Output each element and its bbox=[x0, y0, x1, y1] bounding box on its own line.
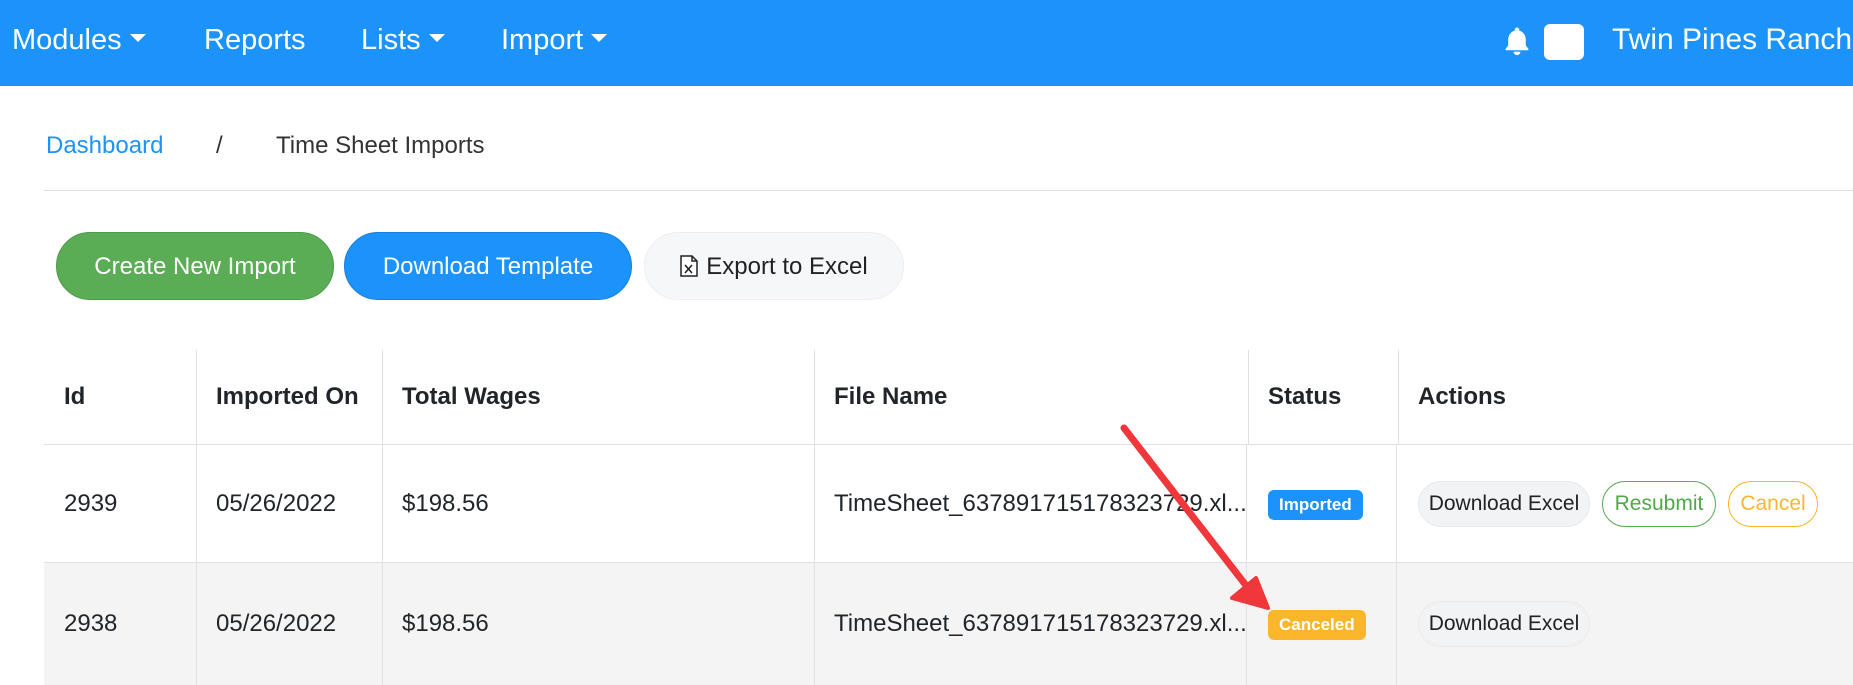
cell-imported-on: 05/26/2022 bbox=[216, 490, 337, 517]
column-header-id[interactable]: Id bbox=[44, 350, 196, 444]
nav-reports[interactable]: Reports bbox=[204, 0, 306, 86]
nav-reports-label: Reports bbox=[204, 24, 306, 56]
column-header-status[interactable]: Status bbox=[1248, 350, 1398, 444]
create-new-import-button[interactable]: Create New Import bbox=[56, 232, 334, 300]
status-badge-canceled: Canceled bbox=[1268, 609, 1366, 640]
cell-id: 2939 bbox=[64, 490, 118, 517]
bell-icon[interactable] bbox=[1500, 24, 1534, 58]
nav-modules-label: Modules bbox=[12, 24, 122, 56]
cell-actions: Download Excel Resubmit Cancel bbox=[1398, 445, 1853, 563]
caret-down-icon bbox=[591, 34, 608, 43]
nav-import[interactable]: Import bbox=[501, 0, 608, 86]
cell-id: 2938 bbox=[64, 610, 118, 637]
nav-lists[interactable]: Lists bbox=[361, 0, 445, 86]
nav-modules[interactable]: Modules bbox=[12, 0, 146, 86]
cell-file-name: TimeSheet_637891715178323729.xl... bbox=[834, 490, 1247, 517]
breadcrumb-separator: / bbox=[216, 132, 223, 159]
cell-total-wages: $198.56 bbox=[402, 610, 489, 637]
table-row: 2939 05/26/2022 $198.56 TimeSheet_637891… bbox=[44, 444, 1853, 563]
nav-import-label: Import bbox=[501, 24, 584, 56]
cell-file-name: TimeSheet_637891715178323729.xl... bbox=[834, 610, 1247, 637]
breadcrumb-current: Time Sheet Imports bbox=[276, 132, 485, 159]
column-header-imported-on[interactable]: Imported On bbox=[196, 350, 382, 444]
cell-total-wages: $198.56 bbox=[402, 490, 489, 517]
column-header-file-name[interactable]: File Name bbox=[814, 350, 1248, 444]
column-header-actions: Actions bbox=[1418, 383, 1507, 410]
caret-down-icon bbox=[129, 34, 146, 43]
cell-status: Canceled bbox=[1248, 563, 1398, 685]
download-excel-button[interactable]: Download Excel bbox=[1418, 601, 1590, 647]
cell-imported-on: 05/26/2022 bbox=[216, 610, 337, 637]
status-badge-imported: Imported bbox=[1268, 489, 1363, 520]
export-to-excel-label: Export to Excel bbox=[706, 253, 868, 280]
cell-status: Imported bbox=[1248, 445, 1398, 563]
caret-down-icon bbox=[428, 34, 445, 43]
nav-lists-label: Lists bbox=[361, 24, 421, 56]
column-divider bbox=[1396, 563, 1397, 685]
notification-count-badge[interactable]: 2 bbox=[1544, 24, 1584, 60]
export-to-excel-button[interactable]: Export to Excel bbox=[644, 232, 904, 300]
download-excel-button[interactable]: Download Excel bbox=[1418, 481, 1590, 527]
cell-actions: Download Excel bbox=[1398, 563, 1853, 685]
table-header-row: Id Imported On Total Wages File Name Sta… bbox=[44, 350, 1853, 444]
download-template-button[interactable]: Download Template bbox=[344, 232, 632, 300]
resubmit-button[interactable]: Resubmit bbox=[1602, 481, 1716, 527]
column-divider bbox=[1246, 563, 1247, 685]
header-divider bbox=[44, 190, 1853, 191]
excel-file-icon bbox=[680, 254, 699, 277]
breadcrumb-dashboard-link[interactable]: Dashboard bbox=[46, 126, 163, 166]
top-navbar: Modules Reports Lists Import 2 Twin Pine… bbox=[0, 0, 1853, 86]
cancel-button[interactable]: Cancel bbox=[1728, 481, 1818, 527]
column-divider bbox=[1246, 445, 1247, 563]
column-header-total-wages[interactable]: Total Wages bbox=[382, 350, 814, 444]
column-divider bbox=[1396, 445, 1397, 563]
organization-name[interactable]: Twin Pines Ranch bbox=[1612, 0, 1852, 86]
table-row: 2938 05/26/2022 $198.56 TimeSheet_637891… bbox=[44, 562, 1853, 685]
